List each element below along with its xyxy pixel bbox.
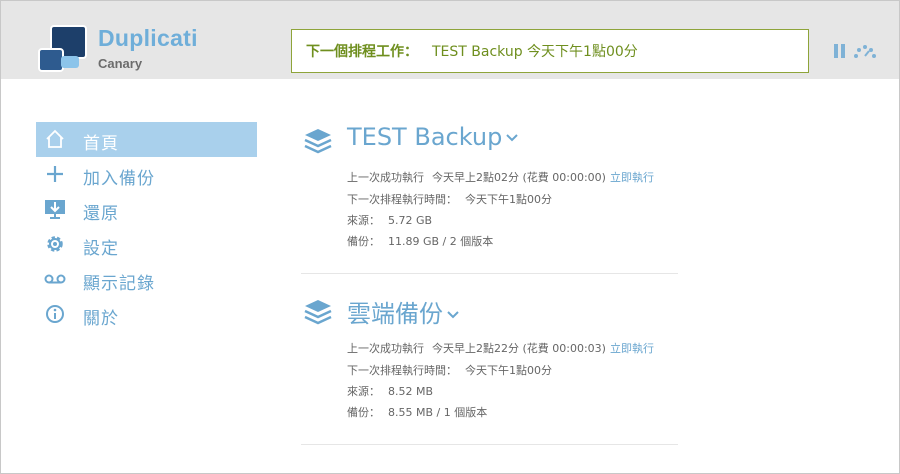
next-task-value: TEST Backup 今天下午1點00分 — [432, 44, 638, 60]
sidebar-nav: 首頁 加入備份 還原 設定 顯示記錄 關於 — [36, 122, 257, 332]
app-subtitle: Canary — [98, 56, 143, 71]
sidebar-item-label: 顯示記錄 — [83, 274, 155, 294]
next-run-label: 下一次排程執行時間： — [347, 364, 457, 377]
source-value: 8.52 MB — [388, 385, 434, 398]
last-run-row: 上一次成功執行 今天早上2點02分 (花費 00:00:00) 立即執行 — [347, 169, 654, 185]
backup-size-row: 備份： 11.89 GB / 2 個版本 — [347, 233, 493, 249]
next-task-status: 下一個排程工作： TEST Backup 今天下午1點00分 — [291, 29, 809, 73]
info-icon — [44, 303, 66, 325]
sidebar-item-label: 還原 — [83, 204, 119, 224]
run-now-link[interactable]: 立即執行 — [610, 342, 654, 355]
source-label: 來源： — [347, 214, 380, 227]
backup-size-label: 備份： — [347, 406, 380, 419]
backup-size-row: 備份： 8.55 MB / 1 個版本 — [347, 404, 487, 420]
backup-title[interactable]: TEST Backup — [347, 123, 519, 151]
next-run-value: 今天下午1點00分 — [465, 364, 552, 377]
last-run-value: 今天早上2點02分 (花費 00:00:00) — [432, 171, 606, 184]
sidebar-item-label: 設定 — [83, 239, 119, 259]
last-run-value: 今天早上2點22分 (花費 00:00:03) — [432, 342, 606, 355]
next-task-label: 下一個排程工作： — [306, 44, 418, 60]
run-now-link[interactable]: 立即執行 — [610, 171, 654, 184]
source-label: 來源： — [347, 385, 380, 398]
restore-icon — [44, 198, 66, 220]
home-icon — [44, 128, 66, 150]
chevron-down-icon[interactable] — [506, 134, 519, 142]
gear-icon — [44, 233, 66, 255]
app-title: Duplicati — [98, 25, 198, 51]
source-value: 5.72 GB — [388, 214, 433, 227]
duplicati-logo — [38, 25, 88, 73]
source-row: 來源： 5.72 GB — [347, 212, 432, 228]
backup-title[interactable]: 雲端備份 — [347, 294, 459, 329]
sidebar-item-restore[interactable]: 還原 — [36, 192, 257, 227]
backup-list: TEST Backup 上一次成功執行 今天早上2點02分 (花費 00:00:0… — [301, 122, 678, 445]
sidebar-item-label: 關於 — [83, 309, 119, 329]
source-row: 來源： 8.52 MB — [347, 383, 433, 399]
sidebar-item-settings[interactable]: 設定 — [36, 227, 257, 262]
last-run-label: 上一次成功執行 — [347, 171, 424, 184]
sidebar-item-add-backup[interactable]: 加入備份 — [36, 157, 257, 192]
backup-size-label: 備份： — [347, 235, 380, 248]
next-run-label: 下一次排程執行時間： — [347, 193, 457, 206]
next-run-value: 今天下午1點00分 — [465, 193, 552, 206]
next-run-row: 下一次排程執行時間： 今天下午1點00分 — [347, 191, 552, 207]
backup-card: 雲端備份 上一次成功執行 今天早上2點22分 (花費 00:00:03) 立即執行 … — [301, 293, 678, 445]
layers-icon — [304, 300, 332, 325]
backup-size-value: 11.89 GB / 2 個版本 — [388, 235, 494, 248]
throttle-icon[interactable] — [853, 43, 877, 59]
backup-card: TEST Backup 上一次成功執行 今天早上2點02分 (花費 00:00:0… — [301, 122, 678, 274]
last-run-row: 上一次成功執行 今天早上2點22分 (花費 00:00:03) 立即執行 — [347, 340, 654, 356]
chevron-down-icon[interactable] — [447, 311, 459, 319]
plus-icon — [44, 163, 66, 185]
layers-icon — [304, 129, 332, 154]
sidebar-item-label: 加入備份 — [83, 169, 155, 189]
sidebar-item-label: 首頁 — [83, 134, 119, 154]
header-bar: Duplicati Canary 下一個排程工作： TEST Backup 今天… — [1, 1, 899, 79]
sidebar-item-log[interactable]: 顯示記錄 — [36, 262, 257, 297]
voicemail-icon — [44, 268, 66, 290]
backup-size-value: 8.55 MB / 1 個版本 — [388, 406, 488, 419]
sidebar-item-about[interactable]: 關於 — [36, 297, 257, 332]
next-run-row: 下一次排程執行時間： 今天下午1點00分 — [347, 362, 552, 378]
sidebar-item-home[interactable]: 首頁 — [36, 122, 257, 157]
last-run-label: 上一次成功執行 — [347, 342, 424, 355]
pause-icon[interactable] — [833, 44, 847, 58]
